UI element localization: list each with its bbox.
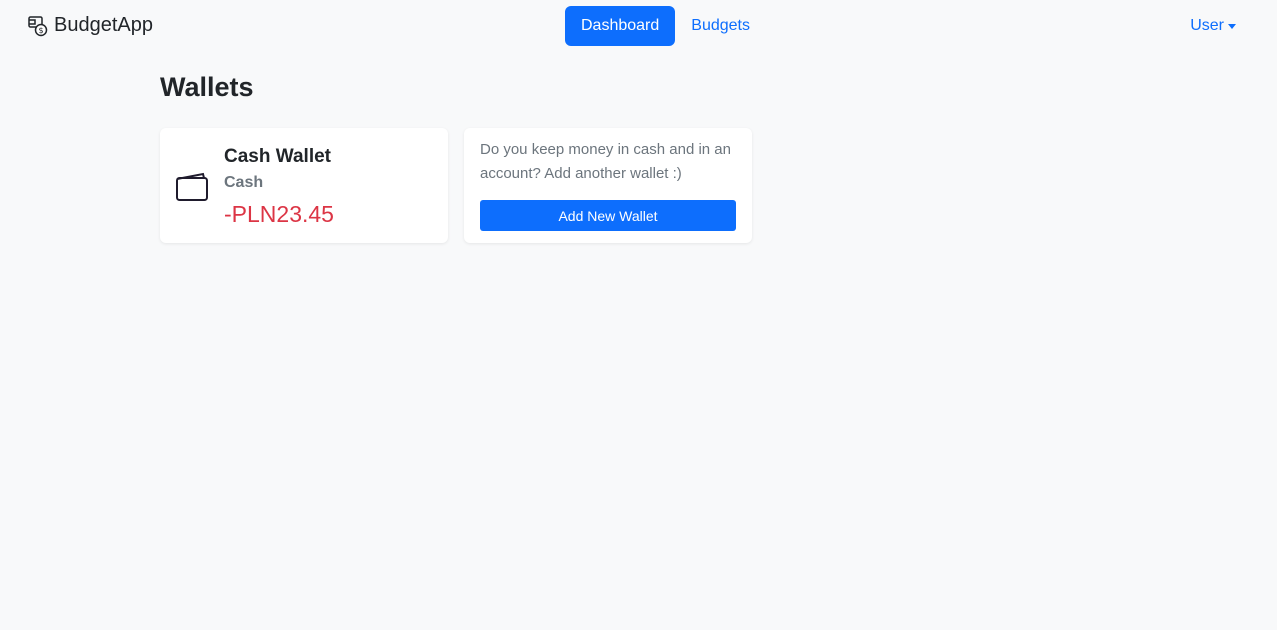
- wallet-balance: -PLN23.45: [224, 201, 334, 227]
- user-dropdown-label: User: [1190, 17, 1224, 34]
- caret-down-icon: [1228, 24, 1236, 29]
- wallet-icon: [175, 172, 209, 207]
- wallet-name: Cash Wallet: [224, 146, 331, 167]
- add-wallet-card: Do you keep money in cash and in an acco…: [464, 128, 752, 243]
- nav-dashboard[interactable]: Dashboard: [565, 6, 676, 46]
- money-wallet-icon: $: [27, 15, 49, 37]
- navbar: $ BudgetApp Dashboard Budgets User: [0, 0, 1277, 52]
- add-wallet-prompt: Do you keep money in cash and in an acco…: [480, 141, 731, 182]
- wallet-type: Cash: [224, 174, 264, 191]
- brand-name: BudgetApp: [54, 14, 153, 36]
- user-dropdown[interactable]: User: [1190, 17, 1236, 35]
- svg-text:$: $: [38, 26, 43, 35]
- main-nav: Dashboard Budgets: [565, 6, 766, 46]
- nav-budgets[interactable]: Budgets: [675, 6, 766, 46]
- add-new-wallet-button[interactable]: Add New Wallet: [480, 200, 736, 231]
- page-title: Wallets: [160, 72, 254, 102]
- wallet-card[interactable]: Cash Wallet Cash -PLN23.45: [160, 128, 448, 243]
- brand-link[interactable]: $ BudgetApp: [27, 14, 153, 37]
